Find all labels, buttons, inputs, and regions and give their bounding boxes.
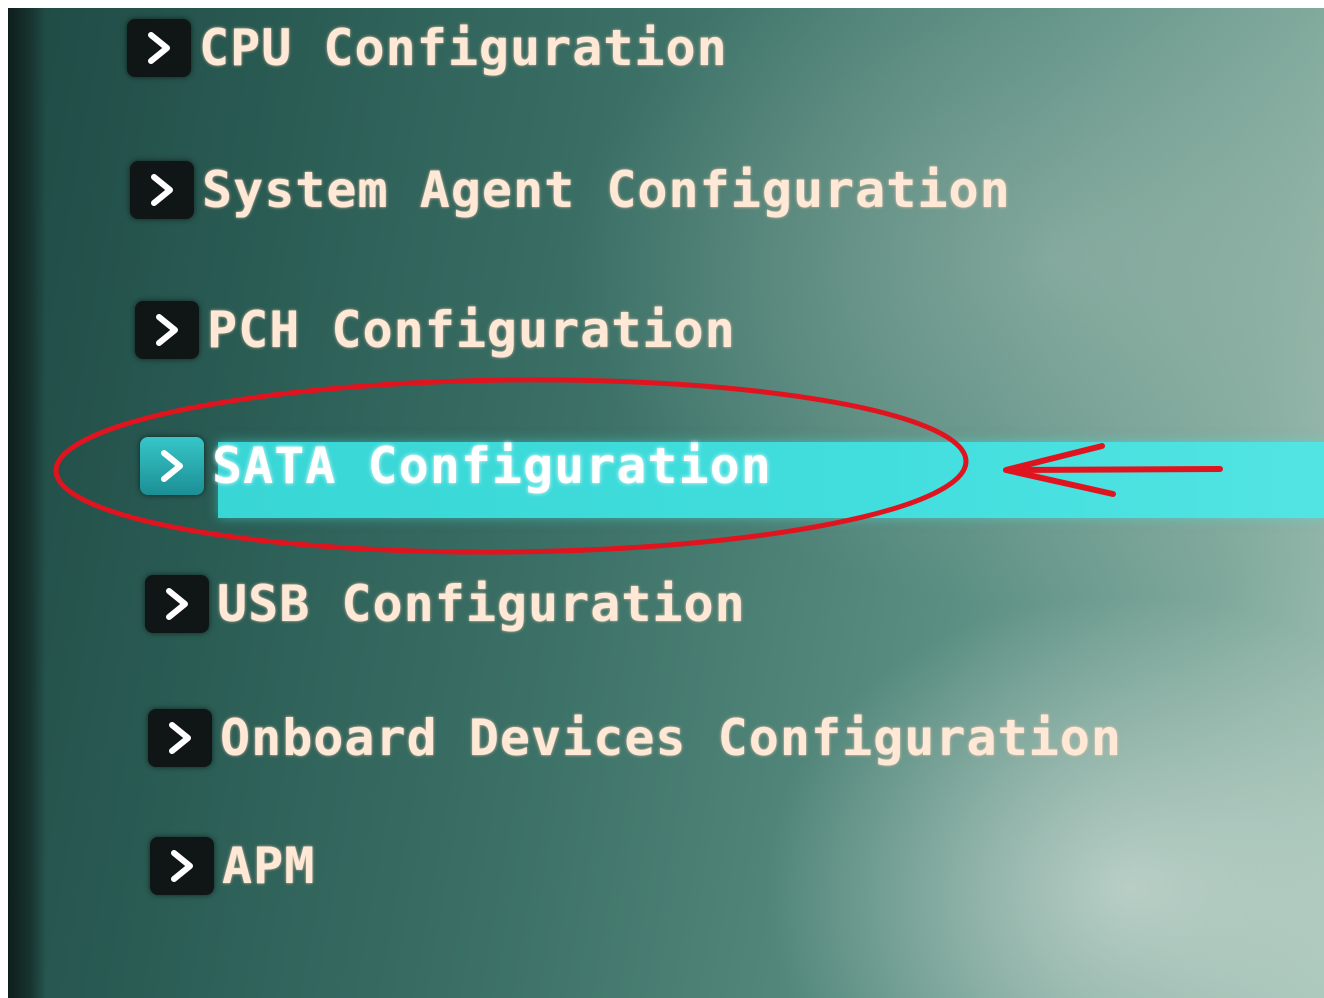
chevron-right-icon — [150, 837, 214, 895]
chevron-right-icon — [140, 437, 204, 495]
menu-item-label: PCH Configuration — [207, 301, 736, 359]
bios-screen-photo: CPU Configuration System Agent Configura… — [0, 0, 1324, 998]
menu-item-sata-configuration[interactable]: SATA Configuration — [140, 434, 772, 498]
menu-item-apm[interactable]: APM — [150, 834, 315, 898]
menu-item-label: System Agent Configuration — [202, 161, 1011, 219]
menu-item-usb-configuration[interactable]: USB Configuration — [145, 572, 746, 636]
menu-item-label: SATA Configuration — [212, 437, 772, 495]
chevron-right-icon — [148, 709, 212, 767]
monitor-bezel — [8, 8, 46, 998]
chevron-right-icon — [145, 575, 209, 633]
menu-item-label: CPU Configuration — [199, 19, 728, 77]
chevron-right-icon — [127, 19, 191, 77]
menu-item-label: APM — [222, 837, 316, 895]
menu-item-label: USB Configuration — [217, 575, 746, 633]
photo-border — [0, 0, 1324, 8]
menu-item-system-agent-configuration[interactable]: System Agent Configuration — [130, 158, 1011, 222]
menu-item-onboard-devices-configuration[interactable]: Onboard Devices Configuration — [148, 706, 1122, 770]
menu-item-pch-configuration[interactable]: PCH Configuration — [135, 298, 736, 362]
chevron-right-icon — [135, 301, 199, 359]
menu-item-label: Onboard Devices Configuration — [220, 709, 1122, 767]
chevron-right-icon — [130, 161, 194, 219]
menu-item-cpu-configuration[interactable]: CPU Configuration — [127, 16, 728, 80]
